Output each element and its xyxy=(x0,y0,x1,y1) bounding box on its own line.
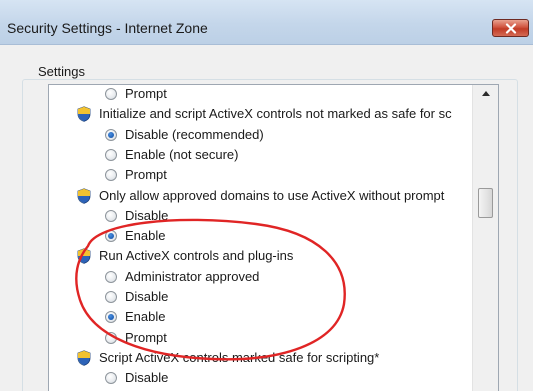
option-row[interactable]: Enable xyxy=(105,226,165,246)
radio-button[interactable] xyxy=(105,88,117,100)
option-row[interactable]: Disable xyxy=(105,287,168,307)
radio-button[interactable] xyxy=(105,148,117,161)
radio-button[interactable] xyxy=(105,372,117,385)
shield-icon xyxy=(77,106,91,123)
title-bar[interactable]: Security Settings - Internet Zone xyxy=(0,0,533,44)
option-row[interactable]: Enable xyxy=(105,307,165,327)
scroll-down-button[interactable] xyxy=(473,386,498,391)
security-settings-dialog: Security Settings - Internet Zone Settin… xyxy=(0,0,533,391)
option-label: Disable xyxy=(125,207,169,223)
settings-group-label: Settings xyxy=(34,64,89,79)
option-row[interactable]: Prompt xyxy=(105,85,167,104)
radio-button-selected[interactable] xyxy=(105,230,117,243)
option-label: Enable xyxy=(125,309,166,325)
option-row[interactable]: Disable (recommended) xyxy=(105,125,264,145)
setting-label: Initialize and script ActiveX controls n… xyxy=(99,106,452,122)
setting-label: Run ActiveX controls and plug-ins xyxy=(99,248,294,264)
option-label: Enable xyxy=(125,228,166,244)
close-icon xyxy=(505,22,516,34)
option-row[interactable]: Disable xyxy=(105,206,168,226)
option-row[interactable]: Disable xyxy=(105,368,168,388)
window-title: Security Settings - Internet Zone xyxy=(7,20,208,36)
settings-tree-content: Prompt Initialize and script ActiveX cont… xyxy=(49,85,472,391)
radio-button[interactable] xyxy=(105,291,117,303)
radio-button-selected[interactable] xyxy=(105,128,117,141)
vertical-scrollbar[interactable] xyxy=(472,85,498,391)
setting-category-row: Script ActiveX controls marked safe for … xyxy=(77,348,379,368)
setting-category-row: Run ActiveX controls and plug-ins xyxy=(77,246,293,266)
option-label: Prompt xyxy=(125,86,167,101)
shield-icon xyxy=(77,187,91,204)
option-label: Enable (not secure) xyxy=(125,146,239,162)
radio-button[interactable] xyxy=(105,270,117,283)
radio-button[interactable] xyxy=(105,169,117,182)
option-label: Disable xyxy=(125,289,169,304)
close-button[interactable] xyxy=(492,19,529,37)
settings-tree-list[interactable]: Prompt Initialize and script ActiveX cont… xyxy=(48,84,499,391)
option-row[interactable]: Enable (not secure) xyxy=(105,145,238,165)
radio-button[interactable] xyxy=(105,209,117,222)
option-label: Prompt xyxy=(125,167,167,183)
setting-label: Script ActiveX controls marked safe for … xyxy=(99,349,380,365)
option-row[interactable]: Administrator approved xyxy=(105,267,259,287)
option-row[interactable]: Prompt xyxy=(105,328,167,348)
scroll-up-arrow-icon xyxy=(481,91,490,96)
shield-icon xyxy=(77,248,91,265)
scroll-up-button[interactable] xyxy=(473,85,498,102)
radio-button-selected[interactable] xyxy=(105,311,117,324)
setting-category-row: Initialize and script ActiveX controls n… xyxy=(77,104,452,124)
scroll-thumb[interactable] xyxy=(478,188,493,218)
option-row[interactable]: Prompt xyxy=(105,165,167,185)
radio-button[interactable] xyxy=(105,331,117,344)
option-label: Prompt xyxy=(125,329,167,345)
option-label: Administrator approved xyxy=(125,268,260,284)
shield-icon xyxy=(77,350,91,366)
setting-label: Only allow approved domains to use Activ… xyxy=(99,187,445,203)
option-label: Disable (recommended) xyxy=(125,126,264,142)
option-label: Disable xyxy=(125,370,169,386)
setting-category-row: Only allow approved domains to use Activ… xyxy=(77,186,444,206)
